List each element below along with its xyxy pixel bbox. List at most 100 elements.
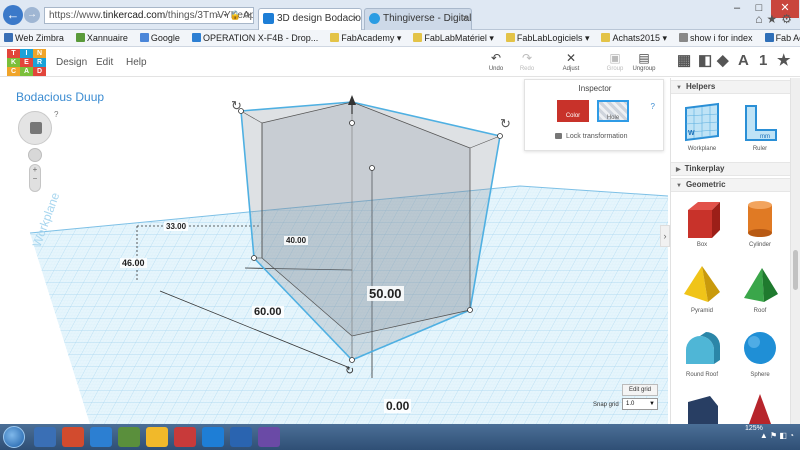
tab-tinkercad[interactable]: 3D design Bodacious Duup ... × — [258, 8, 362, 30]
undo-icon: ↶ — [490, 51, 502, 65]
fit-view-icon[interactable] — [28, 148, 42, 162]
taskbar-app-icon[interactable] — [202, 427, 224, 447]
redo-button[interactable]: ↷ Redo — [512, 52, 542, 72]
roof-shape-icon — [740, 264, 780, 304]
address-actions-icon[interactable]: ⌕ ▾ 🔒 ⟳ — [216, 8, 251, 23]
panel-scrollbar[interactable] — [790, 78, 800, 424]
section-tinkerplay[interactable]: ▶ Tinkerplay — [671, 162, 790, 176]
adjust-button[interactable]: ✕ Adjust — [556, 52, 586, 72]
start-button-icon[interactable] — [3, 426, 25, 448]
bookmark-item[interactable]: FabAcademy ▾ — [326, 30, 401, 46]
taskbar-app-icon[interactable] — [34, 427, 56, 447]
dimension-label-length[interactable]: 60.00 — [252, 306, 284, 318]
favorites-star-icon[interactable]: ★ — [777, 53, 790, 69]
group-button[interactable]: ▣ Group — [600, 52, 630, 72]
taskbar-app-icon[interactable] — [62, 427, 84, 447]
tinkercad-logo[interactable]: TIN KER CAD — [7, 49, 46, 76]
lock-transformation-toggle[interactable]: Lock transformation — [555, 133, 627, 140]
zoom-in-icon[interactable]: + — [30, 165, 40, 174]
collapse-panel-chevron-icon[interactable]: › — [660, 225, 670, 247]
inspector-help-icon[interactable]: ? — [651, 102, 655, 111]
browser-toolbar: ← → https://www.tinkercad.com/things/3Tm… — [0, 0, 800, 30]
logo-letter: N — [33, 49, 46, 58]
shape-roof[interactable]: Roof — [731, 264, 789, 314]
minimize-icon[interactable]: – — [726, 0, 748, 18]
taskbar-app-icon[interactable] — [258, 427, 280, 447]
dimension-label-offset[interactable]: 46.00 — [120, 258, 147, 268]
taskbar-app-icon[interactable] — [90, 427, 112, 447]
workplane-view-icon[interactable]: ▦ — [677, 53, 691, 69]
design-title[interactable]: Bodacious Duup — [16, 90, 104, 104]
bookmark-item[interactable]: Google — [136, 30, 180, 46]
number-shape-icon[interactable]: 1 — [759, 53, 767, 69]
lock-label: Lock transformation — [566, 133, 628, 140]
nav-help-icon[interactable]: ? — [54, 110, 58, 119]
shape-cylinder[interactable]: Cylinder — [731, 198, 789, 248]
section-geometric[interactable]: ▼ Geometric — [671, 178, 790, 192]
shape-round-roof[interactable]: Round Roof — [673, 328, 731, 378]
bookmark-label: Google — [150, 33, 180, 43]
shape-cone[interactable] — [731, 392, 789, 424]
bookmark-item[interactable]: Web Zimbra — [0, 30, 64, 46]
zoom-control[interactable]: + − — [29, 164, 41, 192]
dimension-label-depth[interactable]: 33.00 — [164, 222, 189, 231]
home-star-gear-icons[interactable]: ⌂★⚙ — [755, 12, 796, 26]
zoom-level[interactable]: 125% — [745, 425, 763, 432]
bookmark-item[interactable]: show i for index — [675, 30, 753, 46]
shape-box[interactable]: Box — [673, 198, 731, 248]
logo-letter: E — [20, 58, 33, 67]
shape-ruler[interactable]: mm Ruler — [731, 102, 789, 152]
dimension-label-elevation[interactable]: 0.00 — [384, 399, 412, 413]
home-view-icon[interactable] — [30, 122, 42, 134]
address-bar[interactable]: https://www.tinkercad.com/things/3TmVYKe… — [44, 7, 254, 24]
taskbar-app-icon[interactable] — [118, 427, 140, 447]
scrollbar-thumb[interactable] — [793, 250, 798, 290]
snap-grid-select[interactable]: 1.0 ▼ — [622, 398, 658, 410]
back-arrow-icon[interactable]: ← — [3, 5, 23, 25]
redo-label: Redo — [519, 66, 535, 72]
hole-button[interactable]: Hole — [597, 100, 629, 122]
section-helpers[interactable]: ▼ Helpers — [671, 80, 790, 94]
shape-workplane[interactable]: W Workplane — [673, 102, 731, 152]
system-tray[interactable]: ▲ ⚑ ◧ ◔ — [760, 431, 794, 440]
taskbar-app-icon[interactable] — [146, 427, 168, 447]
bookmark-label: Achats2015 ▾ — [612, 33, 668, 43]
taskbar-app-icon[interactable] — [230, 427, 252, 447]
cube-view-icon[interactable]: ◆ — [717, 53, 729, 69]
rotate-handle-icon[interactable]: ↻ — [231, 98, 242, 113]
shape-wedge[interactable] — [673, 392, 731, 424]
menu-help[interactable]: Help — [126, 57, 147, 68]
lift-arrow-icon[interactable] — [348, 95, 356, 105]
menu-design[interactable]: Design — [56, 57, 87, 68]
rotate-handle-icon[interactable]: ↻ — [345, 365, 354, 377]
shape-sphere[interactable]: Sphere — [731, 328, 789, 378]
color-button[interactable]: Color — [557, 100, 589, 122]
text-shape-icon[interactable]: A — [738, 53, 749, 69]
bookmark-item[interactable]: FabLabLogiciels ▾ — [502, 30, 589, 46]
taskbar-app-icon[interactable] — [174, 427, 196, 447]
close-tab-icon[interactable]: × — [462, 9, 468, 29]
view-cube[interactable] — [18, 111, 52, 145]
bookmark-item[interactable]: FabLabMatériel ▾ — [409, 30, 494, 46]
bookmark-item[interactable]: Xannuaire — [72, 30, 128, 46]
group-icon: ▣ — [609, 51, 621, 65]
edit-grid-button[interactable]: Edit grid — [622, 384, 658, 396]
undo-button[interactable]: ↶ Undo — [481, 52, 511, 72]
shape-label: Workplane — [687, 146, 717, 152]
forward-arrow-icon[interactable]: → — [24, 7, 40, 23]
rotate-handle-icon[interactable]: ↻ — [500, 116, 511, 131]
menu-edit[interactable]: Edit — [96, 57, 113, 68]
ungroup-button[interactable]: ▤ Ungroup — [629, 52, 659, 72]
zoom-out-icon[interactable]: − — [30, 174, 40, 183]
windows-taskbar: ▲ ⚑ ◧ ◔ — [0, 424, 800, 450]
bookmark-item[interactable]: OPERATION X-F4B - Drop... — [188, 30, 318, 46]
shape-pyramid[interactable]: Pyramid — [673, 264, 731, 314]
bookmark-item[interactable]: Achats2015 ▾ — [597, 30, 667, 46]
bookmark-item[interactable]: Fab Academy — [761, 30, 800, 46]
dimension-label-height[interactable]: 50.00 — [367, 286, 404, 301]
box-view-icon[interactable]: ◧ — [698, 53, 712, 69]
dimension-label-width[interactable]: 40.00 — [284, 236, 309, 245]
group-label: Group — [606, 66, 624, 72]
close-tab-icon[interactable]: × — [352, 9, 358, 29]
tab-thingiverse[interactable]: Thingiverse - Digital Designs f... × — [364, 8, 472, 30]
